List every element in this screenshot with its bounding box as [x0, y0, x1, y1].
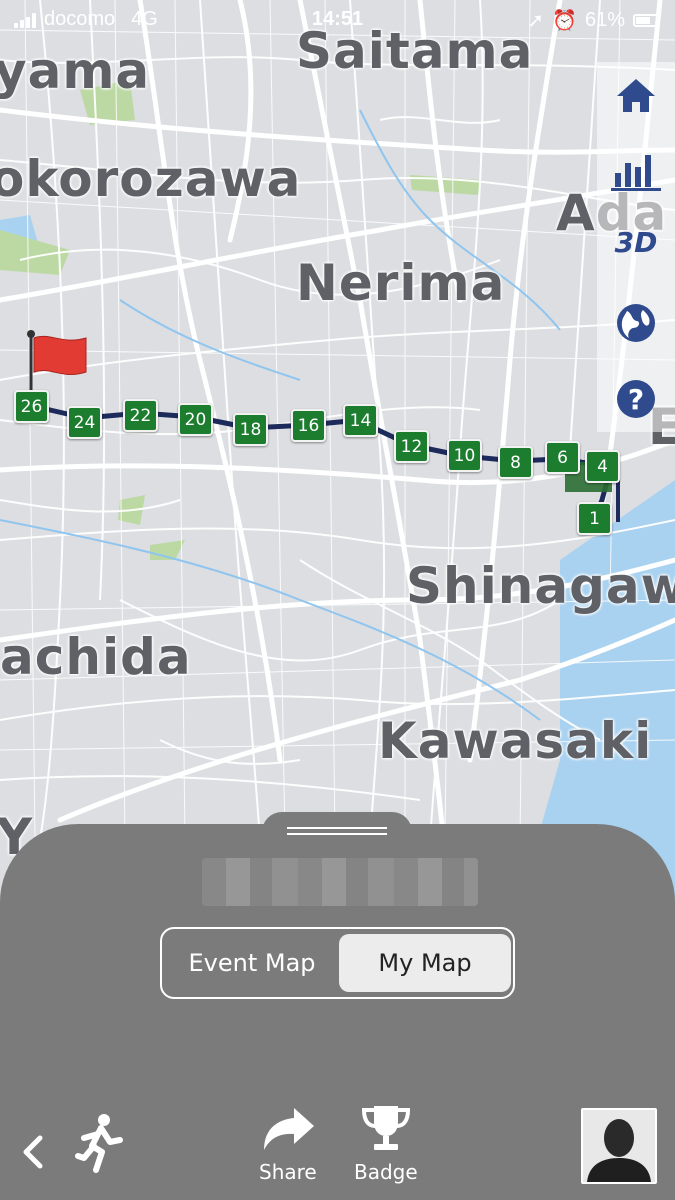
route-marker-18: 18 — [233, 413, 268, 446]
route-marker-24: 24 — [67, 406, 102, 439]
bar-chart-icon — [611, 155, 661, 191]
route-marker-8: 8 — [498, 446, 533, 479]
home-button[interactable] — [611, 70, 661, 120]
view-3d-label: 3D — [614, 225, 658, 259]
help-icon: ? — [617, 380, 655, 418]
globe-button[interactable] — [611, 298, 661, 348]
route-marker-20: 20 — [178, 403, 213, 436]
sheet-drag-handle[interactable] — [262, 812, 412, 852]
tab-event-map[interactable]: Event Map — [167, 934, 337, 992]
tab-my-map-label: My Map — [378, 949, 472, 977]
route-marker-26: 26 — [14, 390, 49, 423]
share-arrow-icon — [263, 1108, 314, 1150]
route-marker-6: 6 — [545, 441, 580, 474]
alarm-icon: ⏰ — [552, 10, 577, 32]
badge-label: Badge — [354, 1160, 418, 1184]
globe-icon — [617, 304, 655, 342]
activity-button[interactable] — [74, 1112, 124, 1174]
bottom-sheet: Event Map My Map Share Badge — [0, 812, 675, 1200]
battery-icon — [633, 14, 659, 27]
tab-event-map-label: Event Map — [188, 949, 316, 977]
city-label-machida: achida — [0, 628, 192, 686]
view-3d-button[interactable]: 3D — [611, 222, 661, 262]
map-toolbar: 3D ? — [597, 62, 675, 432]
location-icon: ➚ — [527, 10, 545, 32]
share-label: Share — [259, 1160, 317, 1184]
trophy-icon — [361, 1106, 410, 1150]
battery-percent: 61% — [584, 9, 625, 31]
city-label-shinagawa: Shinagaw — [406, 557, 675, 615]
route-marker-16: 16 — [291, 409, 326, 442]
stats-button[interactable] — [611, 146, 661, 196]
city-label-kawasaki: Kawasaki — [378, 712, 653, 770]
route-marker-10: 10 — [447, 439, 482, 472]
tab-my-map[interactable]: My Map — [339, 934, 511, 992]
route-marker-14: 14 — [343, 404, 378, 437]
runner-icon — [75, 1114, 123, 1173]
share-button[interactable]: Share — [259, 1104, 317, 1184]
map-mode-toggle: Event Map My Map — [160, 927, 515, 999]
status-bar: docomo 4G 14:51 ➚ ⏰ 61% — [0, 0, 675, 38]
svg-text:?: ? — [628, 383, 644, 416]
help-button[interactable]: ? — [611, 374, 661, 424]
home-icon — [617, 79, 655, 112]
avatar[interactable] — [581, 1108, 657, 1184]
route-marker-4: 4 — [585, 450, 620, 483]
route-marker-12: 12 — [394, 430, 429, 463]
city-label-tokorozawa: okorozawa — [0, 150, 302, 208]
event-name-redacted — [202, 858, 478, 906]
route-marker-22: 22 — [123, 399, 158, 432]
route-marker-1: 1 — [577, 502, 612, 535]
city-label-nerima: Nerima — [296, 254, 506, 312]
back-button[interactable] — [18, 1132, 48, 1172]
city-label-yama: yama — [0, 42, 151, 100]
avatar-silhouette-icon — [583, 1110, 655, 1182]
badge-button[interactable]: Badge — [354, 1104, 418, 1184]
chevron-left-icon — [23, 1135, 43, 1169]
